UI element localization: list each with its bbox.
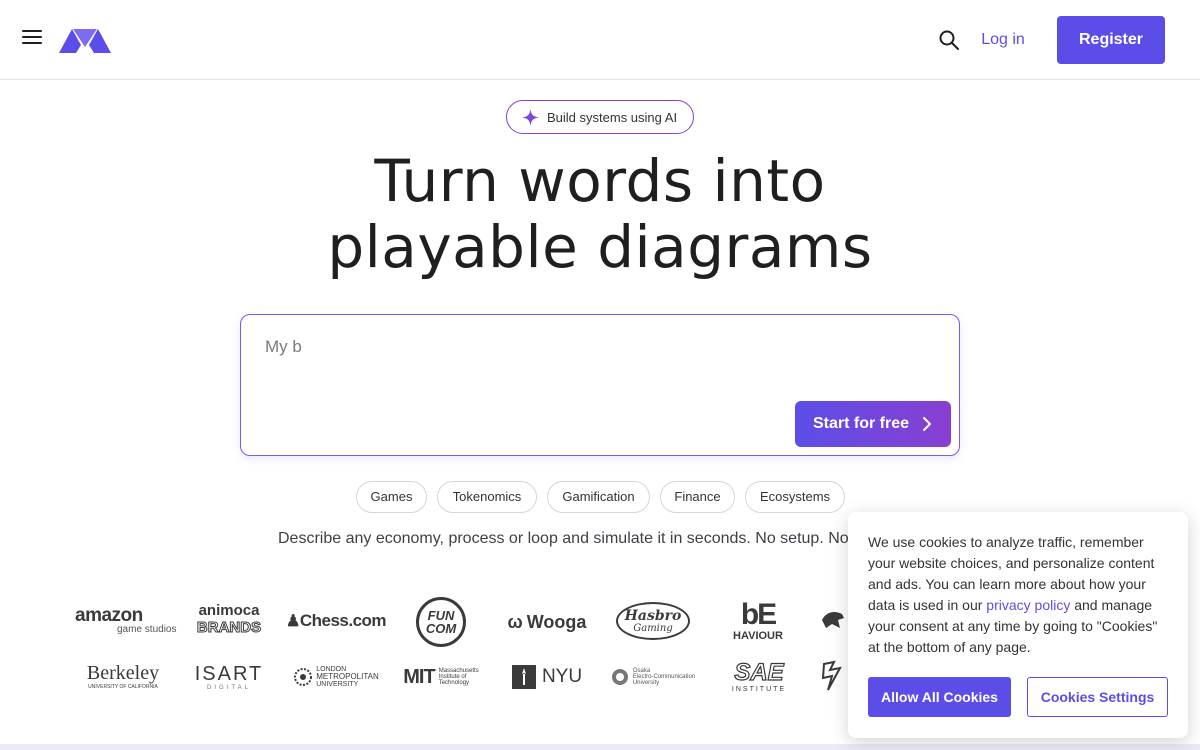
top-navigation-bar: Log in Register — [0, 0, 1200, 80]
amazon-game-studios-logo: amazon game studios — [75, 605, 177, 635]
osaka-emblem-icon — [611, 669, 628, 685]
chip-ecosystems[interactable]: Ecosystems — [745, 481, 845, 513]
start-button-label: Start for free — [812, 415, 910, 432]
nyu-logo: NYU — [511, 663, 583, 690]
chip-games[interactable]: Games — [356, 481, 427, 513]
register-button[interactable]: Register — [1057, 16, 1165, 64]
wooga-w-icon: ω — [507, 611, 523, 632]
funcom-logo: FUN COM — [416, 597, 466, 647]
chip-tokenomics[interactable]: Tokenomics — [437, 481, 537, 513]
hasbro-gaming-logo: Hasbro Gaming — [616, 602, 690, 640]
nyu-torch-icon — [511, 664, 536, 689]
section-divider-band — [0, 744, 1200, 750]
machinations-logo[interactable] — [59, 27, 111, 53]
tagline: Describe any economy, process or loop an… — [278, 530, 848, 547]
headline-line-2: playable diagrams — [327, 213, 873, 281]
page-headline: Turn words into playable diagrams — [0, 148, 1200, 280]
badge-label: Build systems using AI — [547, 109, 678, 125]
cookie-message: We use cookies to analyze traffic, remem… — [868, 534, 1158, 655]
sae-institute-logo: SAE INSTITUTE — [731, 659, 787, 693]
hamburger-menu-icon[interactable] — [22, 30, 42, 46]
partial-logo-icon — [821, 660, 842, 691]
build-with-ai-badge[interactable]: Build systems using AI — [506, 100, 694, 134]
search-icon[interactable] — [938, 29, 960, 51]
osaka-electro-communication-university-logo: Osaka Electro-Communication University — [609, 666, 697, 688]
isart-digital-logo: ISART DIGITAL — [194, 662, 264, 691]
prompt-box: Start for free — [240, 314, 960, 456]
berkeley-logo: Berkeley UNIVERSITY OF CALIFORNIA — [86, 662, 160, 690]
allow-all-cookies-button[interactable]: Allow All Cookies — [868, 677, 1011, 717]
wooga-logo: ω Wooga — [507, 611, 587, 632]
horse-logo-icon — [822, 612, 844, 628]
start-for-free-button[interactable]: Start for free — [795, 401, 951, 447]
cookies-settings-button[interactable]: Cookies Settings — [1027, 677, 1168, 717]
mit-logo: MIT Massachusetts Institute of Technolog… — [403, 665, 479, 688]
prompt-input[interactable] — [265, 335, 925, 359]
chip-finance[interactable]: Finance — [660, 481, 735, 513]
chevron-right-icon — [923, 417, 932, 431]
chip-gamification[interactable]: Gamification — [547, 481, 650, 513]
london-met-crest-icon — [294, 668, 313, 686]
london-metropolitan-university-logo: LONDON METROPOLITAN UNIVERSITY — [293, 664, 379, 690]
behaviour-logo: bE HAVIOUR — [733, 598, 783, 643]
animoca-brands-logo: animoca BRANDS — [196, 602, 262, 637]
privacy-policy-link[interactable]: privacy policy — [986, 597, 1070, 613]
login-link[interactable]: Log in — [972, 28, 1034, 52]
chess-com-logo: ♟ Chess.com — [285, 611, 387, 630]
headline-line-1: Turn words into — [374, 147, 826, 215]
cookie-consent-banner: We use cookies to analyze traffic, remem… — [848, 512, 1188, 738]
sparkle-icon — [522, 108, 539, 126]
